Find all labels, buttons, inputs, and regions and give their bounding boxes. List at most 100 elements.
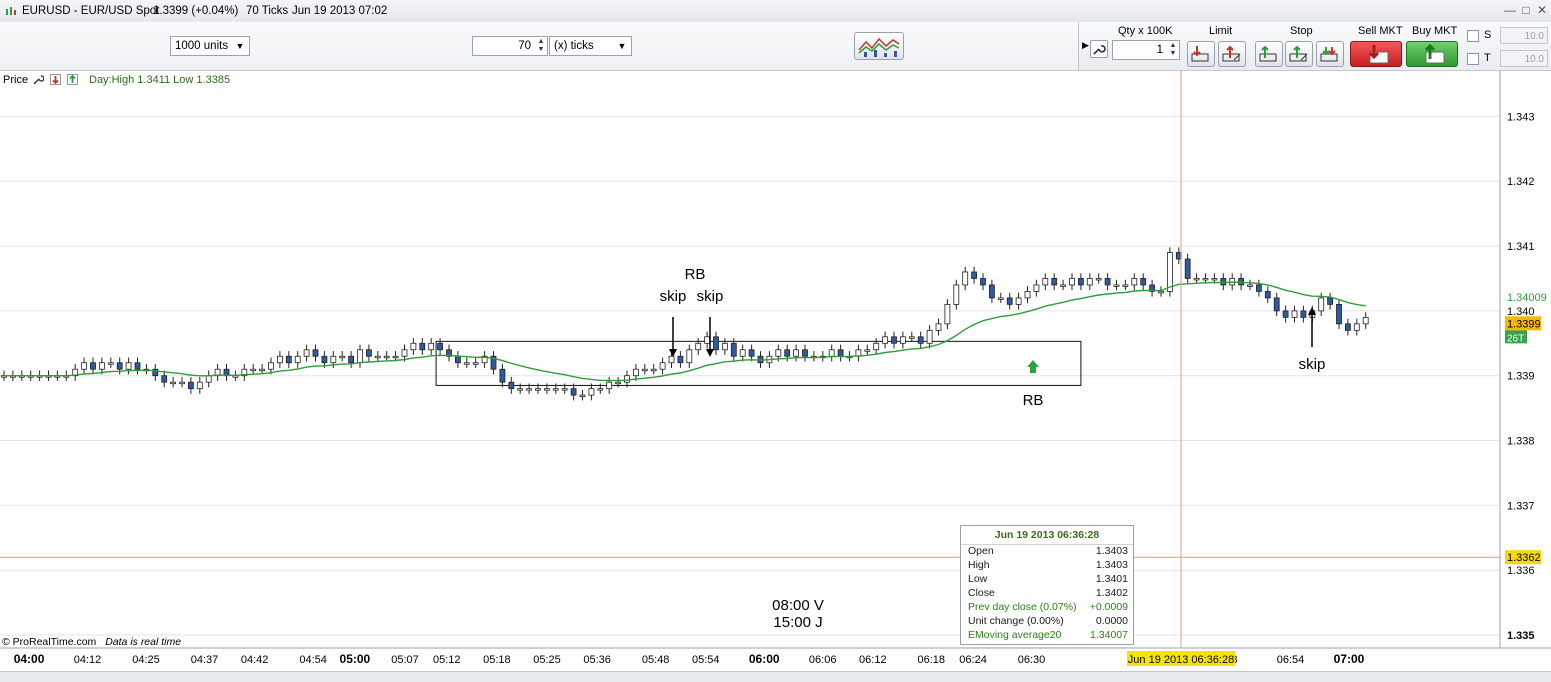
candle-body [1140,278,1147,286]
tooltip-row-label: EMoving average20 [968,629,1062,641]
tooltip-row: Prev day close (0.07%) +0.0009 [968,601,1128,615]
candle-body [1184,258,1191,279]
x-tick-label: 06:30 [1018,654,1046,666]
candle-body [900,336,906,344]
candle-body [891,336,897,344]
stop-trail-button[interactable] [1285,41,1313,67]
stop-sell-button[interactable] [1316,41,1344,67]
chevron-down-icon: ▼ [617,41,627,51]
buy-icon [1424,43,1445,64]
spinner-icon[interactable]: ▲ ▼ [1168,42,1178,58]
minimize-button[interactable]: — [1503,3,1517,17]
wrench-icon[interactable] [33,74,44,85]
ticks-unit-value: (x) ticks [554,40,594,52]
t-input[interactable]: 10.0 [1500,50,1548,67]
candle-body [437,342,444,351]
candle-body [312,349,319,357]
candle-body [125,362,132,370]
candle-body [1158,291,1164,294]
candle-body [1078,278,1084,286]
candle-body [1282,310,1289,318]
candle-body [1345,323,1351,331]
stop-buy-button[interactable] [1255,41,1283,67]
units-select[interactable]: 1000 units ▼ [170,36,250,56]
tooltip-row-label: Open [968,545,994,557]
tooltip-row-value: +0.0009 [1089,601,1128,613]
collapse-arrow-icon[interactable]: ▶ [1082,40,1089,51]
qty-input[interactable]: 1 ▲ ▼ [1112,40,1180,60]
candle-body [615,381,621,385]
target-checkbox[interactable] [1467,53,1479,65]
candle-body [1211,278,1218,281]
tooltip-row-value: 1.3401 [1095,573,1128,585]
sell-order-icon[interactable] [50,74,61,85]
buy-order-icon[interactable] [67,74,78,85]
candle-body [1318,297,1325,312]
tooltip-row-value: 1.3403 [1095,545,1128,557]
x-tick-label: 05:54 [692,654,720,666]
ticks-unit-select[interactable]: (x) ticks ▼ [549,36,632,56]
candle-body [1095,278,1102,281]
cursor-time-tag: Jun 19 2013 06:36:28 [1128,654,1234,666]
maximize-button[interactable]: □ [1519,3,1533,17]
candle-body [695,342,702,351]
candle-body [722,342,728,351]
x-tick-label: 05:12 [433,654,461,666]
y-tick-label: 1.335 [1507,630,1535,642]
candle-body [606,381,613,390]
qty-label: Qty x 100K [1118,25,1173,37]
candle-body [561,388,568,391]
news-event-2: 15:00 J [773,614,822,631]
candle-body [499,368,506,383]
candle-body [552,388,559,391]
limit-sell-icon [1191,46,1209,62]
stop-checkbox[interactable] [1467,30,1479,42]
y-tick-label: 1.340 [1507,306,1535,318]
candle-body [641,368,648,372]
candle-body [339,355,346,359]
stop-label: Stop [1290,25,1313,37]
chevron-down-icon: ▼ [235,41,245,51]
indicator-chart-icon [858,37,900,57]
candle-body [259,368,266,372]
x-tick-label: 05:36 [583,654,611,666]
candle-body [1069,278,1075,286]
candle-body [713,336,719,351]
buy-market-button[interactable] [1406,41,1458,67]
y-tick-label: 1.342 [1507,176,1535,188]
wrench-button[interactable] [1090,40,1108,58]
ema-price-tag: 1.34009 [1507,292,1547,304]
candle-body [730,342,737,357]
candle-body [1042,278,1049,286]
close-button[interactable]: ✕ [1535,3,1549,17]
limit-sell-button[interactable] [1187,41,1215,67]
footer-note: © ProRealTime.com Data is real time [2,636,181,648]
x-tick-label: 04:54 [299,654,327,666]
price-chart[interactable]: 1.343 1.342 1.341 1.340 1.339 1.338 1.337 1.336… [0,71,1551,671]
data-status-text: Data is real time [105,636,182,648]
tooltip-row-label: Unit change (0.00%) [968,615,1064,627]
indicators-button[interactable] [854,32,904,60]
x-tick-label: 04:42 [241,654,269,666]
candle-body [570,388,577,396]
candle-body [1122,284,1129,287]
units-value: 1000 units [175,40,229,52]
candle-body [392,355,399,359]
sell-market-button[interactable] [1350,41,1402,67]
candle-body [1167,252,1173,292]
candle-body [170,381,177,385]
y-tick-label: 1.341 [1507,241,1535,253]
spinner-icon[interactable]: ▲ ▼ [536,38,546,54]
limit-buy-button[interactable] [1218,41,1246,67]
candle-body [1015,297,1022,305]
candle-body [196,381,203,390]
candle-body [401,349,408,357]
s-input[interactable]: 10.0 [1500,27,1548,44]
x-tick-label: 05:07 [391,654,419,666]
candle-body [704,336,710,344]
candle-body [802,349,808,357]
ticks-count-input[interactable]: 70 ▲ ▼ [472,36,548,56]
bottom-scrollbar[interactable] [0,671,1551,682]
candle-body [997,297,1004,300]
candle-body [1104,278,1111,286]
